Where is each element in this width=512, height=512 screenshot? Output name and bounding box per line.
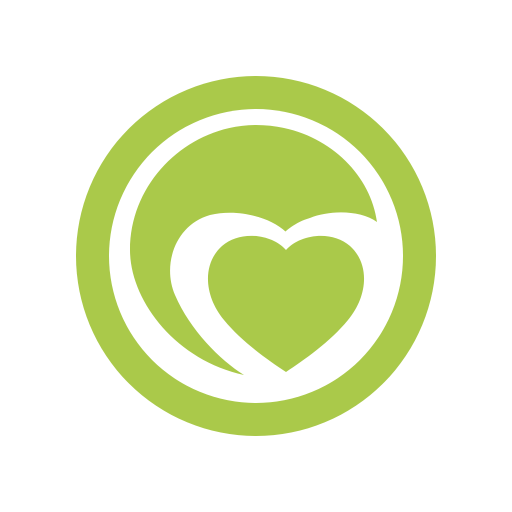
app-icon-canvas <box>0 0 512 512</box>
heart-in-circle-icon <box>76 76 436 436</box>
